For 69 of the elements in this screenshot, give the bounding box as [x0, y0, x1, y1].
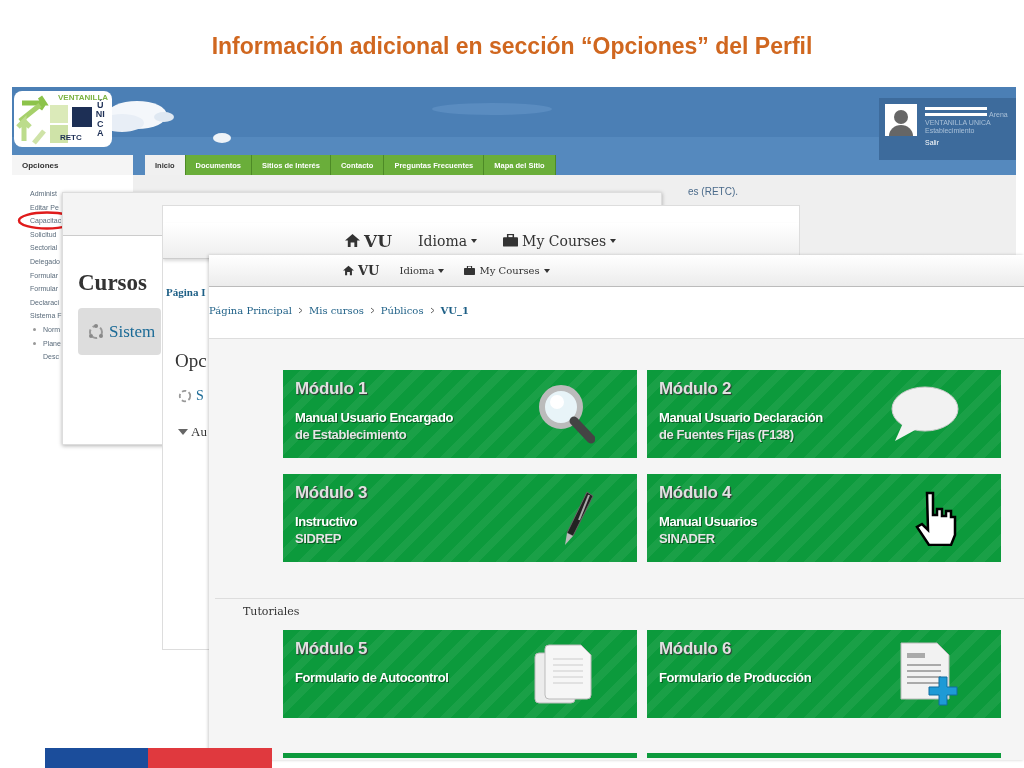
briefcase-icon [503, 234, 519, 247]
module-description: SINADER [659, 530, 716, 547]
briefcase-icon [464, 266, 476, 275]
module-description: de Establecimiento [295, 426, 408, 443]
menu-dropdown[interactable]: Idioma [399, 265, 445, 276]
chevron-icon [297, 307, 303, 314]
menu-dropdown[interactable]: Idioma [418, 232, 478, 249]
breadcrumb-link[interactable]: Mis cursos [308, 305, 364, 316]
section-toggle[interactable]: Au [178, 424, 207, 440]
home-link[interactable]: VU [345, 230, 392, 251]
logo-text: ÚNICA [95, 101, 105, 139]
bullet-icon [33, 327, 36, 331]
module-description: de Fuentes Fijas (F138) [659, 426, 795, 443]
sidebar-title: Opciones [12, 155, 133, 175]
intro-text: es (RETC). [688, 186, 738, 197]
module-title: Módulo 6 [659, 639, 733, 659]
module-title: Módulo 5 [295, 639, 369, 659]
documents-icon [533, 643, 595, 705]
module-tile[interactable]: Módulo 6 Formulario de Producción [647, 630, 1001, 718]
hand-cursor-icon [915, 490, 959, 546]
logo-text: RETC [60, 133, 82, 142]
page-heading: Opc [175, 350, 207, 372]
module-tile[interactable]: Módulo 4 Manual Usuarios SINADER [647, 474, 1001, 562]
logo-text: VENTANILLA [58, 93, 109, 102]
module-title: Módulo 1 [295, 379, 369, 399]
section-heading: Tutoriales [243, 605, 300, 618]
caret-icon [610, 238, 617, 243]
course-icon [178, 389, 192, 403]
module-description: Formulario de Producción [659, 669, 812, 686]
avatar-icon [888, 108, 914, 136]
home-link[interactable]: VU [343, 263, 380, 278]
course-card[interactable]: Sistem [78, 308, 161, 355]
menu-dropdown[interactable]: My Courses [464, 265, 550, 276]
module-tile[interactable]: Módulo 5 Formulario de Autocontrol [283, 630, 637, 718]
breadcrumb-link[interactable]: Públicos [380, 305, 424, 316]
module-title: Módulo 3 [295, 483, 368, 503]
module-tile[interactable]: Módulo 3 Instructivo SIDREP [283, 474, 637, 562]
home-icon [343, 265, 354, 276]
breadcrumb-link[interactable]: Página I [166, 286, 206, 298]
home-icon [345, 233, 360, 248]
module-description: Formulario de Autocontrol [295, 669, 449, 686]
chevron-icon [369, 307, 375, 314]
course-icon [88, 323, 104, 340]
document-add-icon [897, 641, 959, 707]
module-tile[interactable]: Módulo 2 Manual Usuario Declaración de Fuentes Fijas (F138) [647, 370, 1001, 458]
module-description: SIDREP [295, 530, 342, 547]
breadcrumb-link[interactable]: VU_1 [440, 305, 469, 316]
menu-dropdown[interactable]: My Courses [503, 232, 617, 249]
redaction-bar [925, 107, 987, 110]
caret-icon [178, 429, 188, 435]
module-description: Manual Usuario Declaración [659, 409, 823, 426]
slide-title: Información adicional en sección “Opciones” del Perfil [211, 33, 813, 59]
breadcrumb-link[interactable]: Página Principal [209, 305, 292, 316]
module-description: Instructivo [295, 513, 359, 530]
course-card[interactable]: S [178, 388, 204, 404]
chevron-icon [429, 307, 435, 314]
module-description: Manual Usuarios [659, 513, 758, 530]
caret-icon [471, 238, 478, 243]
module-title: Módulo 2 [659, 379, 733, 399]
redaction-bar [925, 113, 987, 116]
caret-icon [438, 268, 445, 273]
module-description: Manual Usuario Encargado [295, 409, 453, 426]
page-heading: Cursos [78, 270, 147, 296]
module-title: Módulo 4 [659, 483, 733, 503]
module-tile[interactable]: Módulo 1 Manual Usuario Encargado de Establecimiento [283, 370, 637, 458]
caret-icon [543, 268, 550, 273]
magnifier-icon [537, 383, 595, 445]
speech-bubble-icon [889, 385, 959, 443]
bullet-icon [33, 341, 36, 345]
